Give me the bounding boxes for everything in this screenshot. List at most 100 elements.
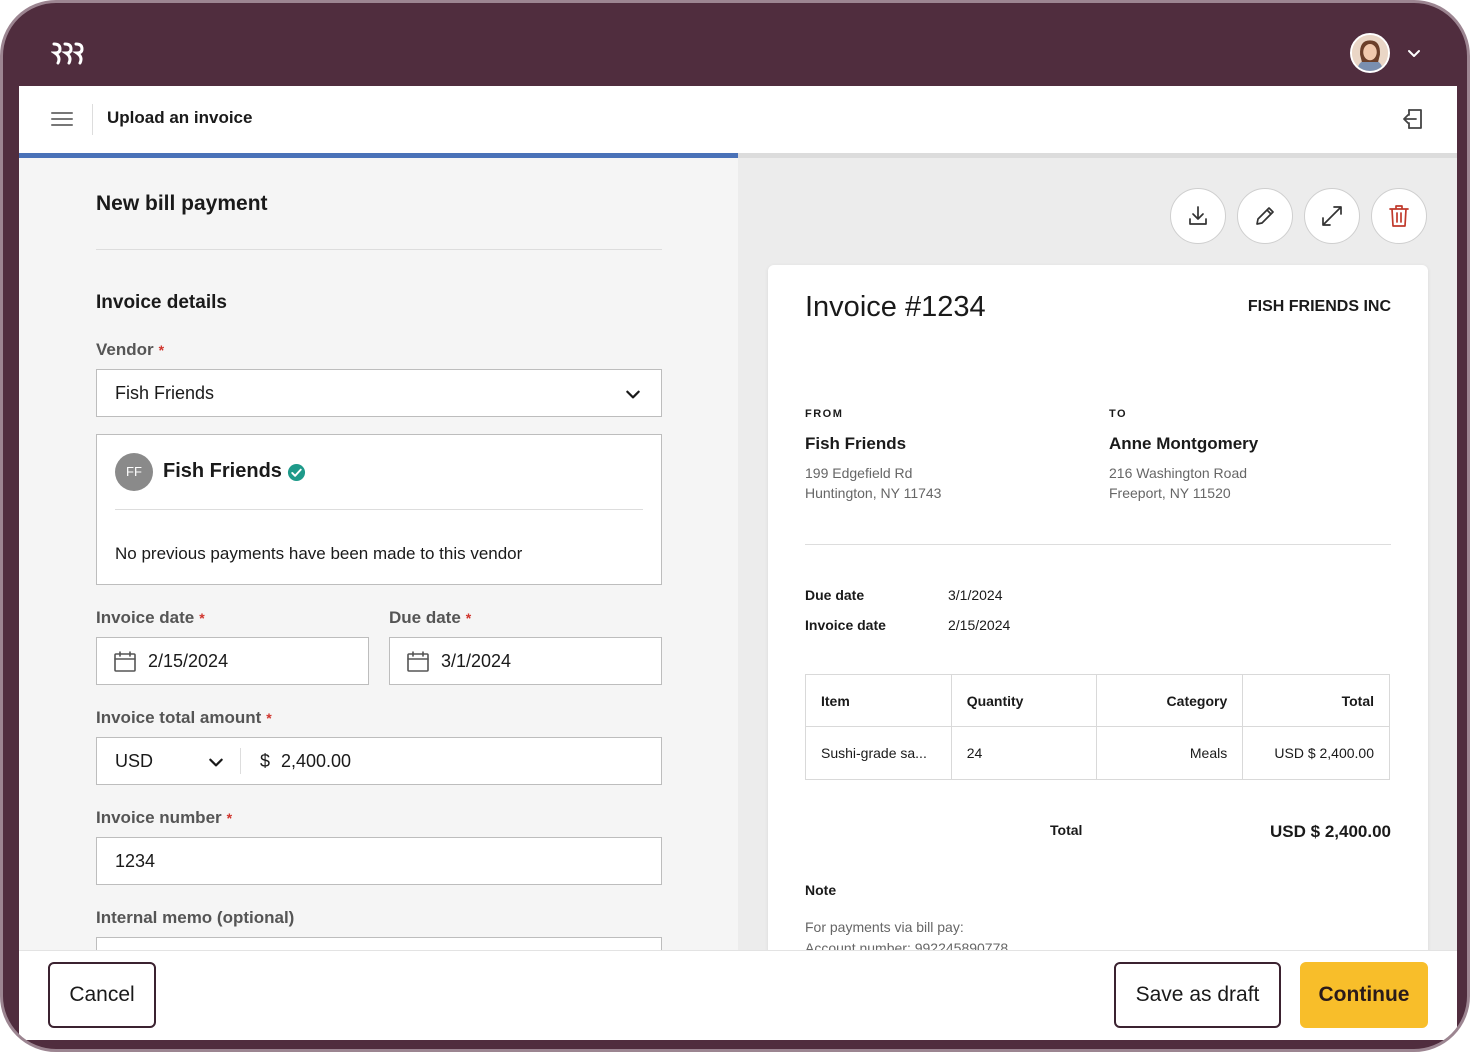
brand-logo[interactable] (51, 40, 85, 66)
chevron-down-icon (626, 390, 640, 399)
note-text: For payments via bill pay: Account numbe… (805, 917, 1008, 950)
app-screen: Upload an invoice New bill payment Invoi… (19, 86, 1457, 1040)
invoice-divider (805, 544, 1391, 545)
to-address-line1: 216 Washington Road (1109, 465, 1248, 481)
footer-actions: Cancel Save as draft Continue (19, 950, 1457, 1040)
memo-label: Internal memo (optional) (96, 908, 294, 928)
invoice-number-label: Invoice number * (96, 808, 232, 828)
invoice-number-label-text: Invoice number (96, 808, 222, 827)
cancel-button[interactable]: Cancel (48, 962, 156, 1028)
invoice-details-heading: Invoice details (96, 292, 227, 313)
invoice-document: Invoice #1234 FISH FRIENDS INC FROM Fish… (768, 265, 1428, 950)
from-address-line1: 199 Edgefield Rd (805, 465, 913, 481)
table-header-row: Item Quantity Category Total (805, 674, 1390, 727)
calendar-icon (407, 651, 429, 672)
form-heading: New bill payment (96, 192, 268, 215)
invoice-company: FISH FRIENDS INC (1247, 298, 1391, 315)
invoice-title: Invoice #1234 (805, 291, 986, 323)
column-header: Quantity (950, 674, 1098, 727)
currency-symbol: $ (260, 751, 271, 771)
vendor-label-text: Vendor (96, 340, 154, 359)
page-header: Upload an invoice (19, 86, 1457, 153)
pencil-icon (1256, 207, 1274, 225)
due-date-value: 3/1/2024 (948, 587, 1003, 603)
table-cell: Sushi-grade sa... (805, 726, 952, 780)
vendor-select-value: Fish Friends (115, 383, 215, 403)
edit-button[interactable] (1237, 188, 1293, 244)
from-caption: FROM (805, 408, 844, 420)
from-address-line2: Huntington, NY 11743 (805, 485, 942, 501)
chevron-down-icon (209, 758, 223, 767)
column-header: Item (805, 674, 952, 727)
required-marker: * (465, 610, 472, 626)
column-header: Total (1242, 674, 1390, 727)
due-date-value: 3/1/2024 (441, 651, 512, 671)
table-row: Sushi-grade sa... 24 Meals USD $ 2,400.0… (805, 726, 1390, 780)
invoice-preview-panel: Invoice #1234 FISH FRIENDS INC FROM Fish… (738, 158, 1457, 950)
invoice-amount-label-text: Invoice total amount (96, 708, 262, 727)
calendar-icon (114, 651, 136, 672)
invoice-date-label-text: Invoice date (96, 608, 195, 627)
invoice-total-value: USD $ 2,400.00 (1270, 822, 1391, 841)
invoice-date-label: Invoice date (805, 617, 886, 633)
vendor-history-message: No previous payments have been made to t… (115, 544, 523, 563)
amount-input[interactable]: $ 2,400.00 (241, 738, 661, 784)
hamburger-menu-icon[interactable] (51, 111, 73, 127)
page-title: Upload an invoice (107, 108, 253, 127)
vendor-card: FF Fish Friends No previous payments hav… (96, 434, 662, 585)
due-date-field[interactable]: 3/1/2024 (389, 637, 662, 685)
bill-form-panel: New bill payment Invoice details Vendor *… (19, 158, 738, 985)
expand-icon (1322, 206, 1342, 226)
to-address-line2: Freeport, NY 11520 (1109, 485, 1231, 501)
required-marker: * (226, 810, 233, 826)
delete-button[interactable] (1371, 188, 1427, 244)
due-date-label-text: Due date (389, 608, 461, 627)
header-divider (92, 104, 93, 135)
currency-value: USD (115, 751, 154, 771)
user-avatar[interactable] (1350, 33, 1390, 73)
invoice-amount-field: USD $ 2,400.00 (96, 737, 662, 785)
to-name: Anne Montgomery (1109, 434, 1259, 453)
memo-label-text: Internal memo (optional) (96, 908, 295, 927)
required-marker: * (158, 342, 165, 358)
section-divider (96, 249, 662, 250)
note-line: Account number: 992245890778 (805, 940, 1009, 950)
line-items-table: Item Quantity Category Total Sushi-grade… (805, 674, 1390, 780)
vendor-card-name: Fish Friends (163, 460, 282, 482)
due-date-label: Due date (805, 587, 865, 603)
app-frame: Upload an invoice New bill payment Invoi… (0, 0, 1470, 1052)
required-marker: * (266, 710, 272, 726)
invoice-date-field[interactable]: 2/15/2024 (96, 637, 369, 685)
save-draft-button[interactable]: Save as draft (1114, 962, 1281, 1028)
invoice-date-value: 2/15/2024 (948, 617, 1011, 633)
invoice-total-label: Total (1050, 822, 1083, 838)
vendor-select[interactable]: Fish Friends (96, 369, 662, 417)
vendor-card-divider (115, 509, 643, 510)
amount-value: 2,400.00 (281, 751, 352, 771)
from-name: Fish Friends (805, 434, 907, 453)
vendor-avatar: FF (115, 453, 153, 491)
trash-icon (1389, 205, 1409, 227)
invoice-amount-label: Invoice total amount * (96, 708, 272, 728)
top-bar (19, 19, 1457, 86)
invoice-number-input[interactable]: 1234 (96, 837, 662, 885)
table-cell: USD $ 2,400.00 (1242, 726, 1390, 780)
verified-check-icon (287, 463, 306, 482)
invoice-date-label: Invoice date * (96, 608, 205, 628)
table-cell: Meals (1096, 726, 1244, 780)
download-icon (1189, 206, 1207, 225)
chevron-down-icon[interactable] (1406, 45, 1422, 61)
invoice-date-value: 2/15/2024 (148, 651, 229, 671)
exit-icon[interactable] (1401, 107, 1425, 131)
column-header: Category (1096, 674, 1244, 727)
currency-select[interactable]: USD (97, 738, 240, 784)
download-button[interactable] (1170, 188, 1226, 244)
continue-button[interactable]: Continue (1300, 962, 1428, 1028)
required-marker: * (199, 610, 205, 626)
to-caption: TO (1109, 408, 1128, 420)
invoice-number-value: 1234 (115, 851, 156, 871)
note-label: Note (805, 882, 837, 898)
note-line: For payments via bill pay: (805, 919, 964, 935)
due-date-label: Due date * (389, 608, 471, 628)
expand-button[interactable] (1304, 188, 1360, 244)
